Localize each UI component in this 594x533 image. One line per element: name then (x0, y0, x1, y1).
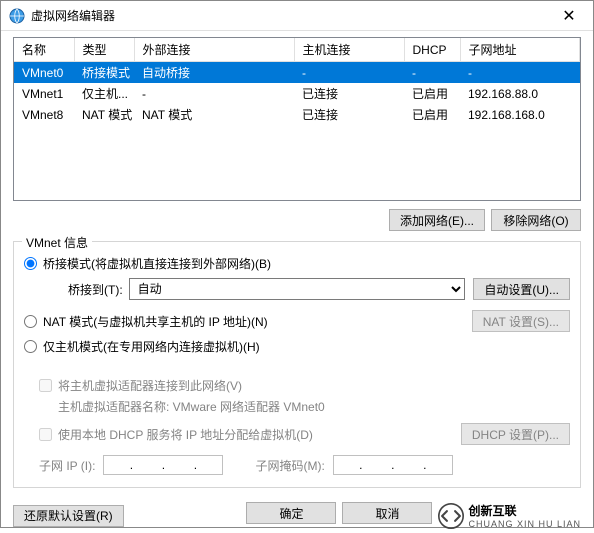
bridge-radio-label: 桥接模式(将虚拟机直接连接到外部网络)(B) (43, 255, 271, 272)
bridge-radio[interactable] (24, 257, 37, 270)
bridge-radio-row[interactable]: 桥接模式(将虚拟机直接连接到外部网络)(B) (24, 255, 570, 272)
brand-text: 创新互联 CHUANG XIN HU LIAN (468, 502, 581, 529)
restore-defaults-button[interactable]: 还原默认设置(R) (13, 505, 124, 527)
connect-adapter-row: 将主机虚拟适配器连接到此网络(V) (39, 377, 570, 394)
nat-settings-button: NAT 设置(S)... (472, 310, 570, 332)
cancel-button[interactable]: 取消 (342, 502, 432, 524)
ok-button[interactable]: 确定 (246, 502, 336, 524)
subnet-ip-row: 子网 IP (I): . . . 子网掩码(M): . . . (39, 455, 570, 475)
window-title: 虚拟网络编辑器 (31, 7, 115, 24)
subnet-ip-field: . . . (103, 455, 223, 475)
bridge-to-row: 桥接到(T): 自动 自动设置(U)... (68, 278, 570, 300)
remove-network-button[interactable]: 移除网络(O) (491, 209, 581, 231)
nat-radio[interactable] (24, 315, 37, 328)
auto-settings-button[interactable]: 自动设置(U)... (473, 278, 570, 300)
network-table[interactable]: 名称 类型 外部连接 主机连接 DHCP 子网地址 VMnet0 桥接模式 自动… (13, 37, 581, 201)
brand-logo-icon (438, 503, 464, 529)
table-row[interactable]: VMnet0 桥接模式 自动桥接 - - - (14, 62, 580, 84)
hostonly-radio[interactable] (24, 340, 37, 353)
bridge-select[interactable]: 自动 (129, 278, 466, 300)
table-row[interactable]: VMnet1 仅主机... - 已连接 已启用 192.168.88.0 (14, 83, 580, 104)
col-host[interactable]: 主机连接 (294, 38, 404, 62)
dhcp-settings-button: DHCP 设置(P)... (461, 423, 570, 445)
titlebar-left: 虚拟网络编辑器 (9, 7, 115, 24)
col-name[interactable]: 名称 (14, 38, 74, 62)
adapter-name-label: 主机虚拟适配器名称: VMware 网络适配器 VMnet0 (58, 398, 570, 415)
add-network-button[interactable]: 添加网络(E)... (389, 209, 485, 231)
col-type[interactable]: 类型 (74, 38, 134, 62)
subnet-ip-label: 子网 IP (I): (39, 457, 95, 474)
bridge-to-label: 桥接到(T): (68, 281, 123, 298)
vmnet-info-group: VMnet 信息 桥接模式(将虚拟机直接连接到外部网络)(B) 桥接到(T): … (13, 241, 581, 488)
nat-radio-row[interactable]: NAT 模式(与虚拟机共享主机的 IP 地址)(N) NAT 设置(S)... (24, 310, 570, 332)
titlebar: 虚拟网络编辑器 ✕ (1, 1, 593, 31)
use-dhcp-label: 使用本地 DHCP 服务将 IP 地址分配给虚拟机(D) (58, 426, 313, 443)
connect-adapter-label: 将主机虚拟适配器连接到此网络(V) (58, 377, 242, 394)
col-dhcp[interactable]: DHCP (404, 38, 460, 62)
footer: 还原默认设置(R) 确定 取消 创新互联 CHUANG XIN HU LIAN (1, 492, 593, 533)
use-dhcp-row: 使用本地 DHCP 服务将 IP 地址分配给虚拟机(D) DHCP 设置(P).… (39, 423, 570, 445)
hostonly-radio-row[interactable]: 仅主机模式(在专用网络内连接虚拟机)(H) (24, 338, 570, 355)
table-row[interactable]: VMnet8 NAT 模式 NAT 模式 已连接 已启用 192.168.168… (14, 104, 580, 125)
brand-logo: 创新互联 CHUANG XIN HU LIAN (438, 502, 581, 529)
col-subnet[interactable]: 子网地址 (460, 38, 580, 62)
hostonly-radio-label: 仅主机模式(在专用网络内连接虚拟机)(H) (43, 338, 260, 355)
connect-adapter-checkbox (39, 379, 52, 392)
subnet-mask-label: 子网掩码(M): (255, 457, 324, 474)
app-icon (9, 8, 25, 24)
table-header-row: 名称 类型 外部连接 主机连接 DHCP 子网地址 (14, 38, 580, 62)
nat-radio-label: NAT 模式(与虚拟机共享主机的 IP 地址)(N) (43, 313, 268, 330)
use-dhcp-checkbox (39, 428, 52, 441)
col-ext[interactable]: 外部连接 (134, 38, 294, 62)
network-buttons-row: 添加网络(E)... 移除网络(O) (13, 209, 581, 231)
close-button[interactable]: ✕ (547, 2, 591, 30)
group-legend: VMnet 信息 (22, 234, 92, 251)
subnet-mask-field: . . . (333, 455, 453, 475)
